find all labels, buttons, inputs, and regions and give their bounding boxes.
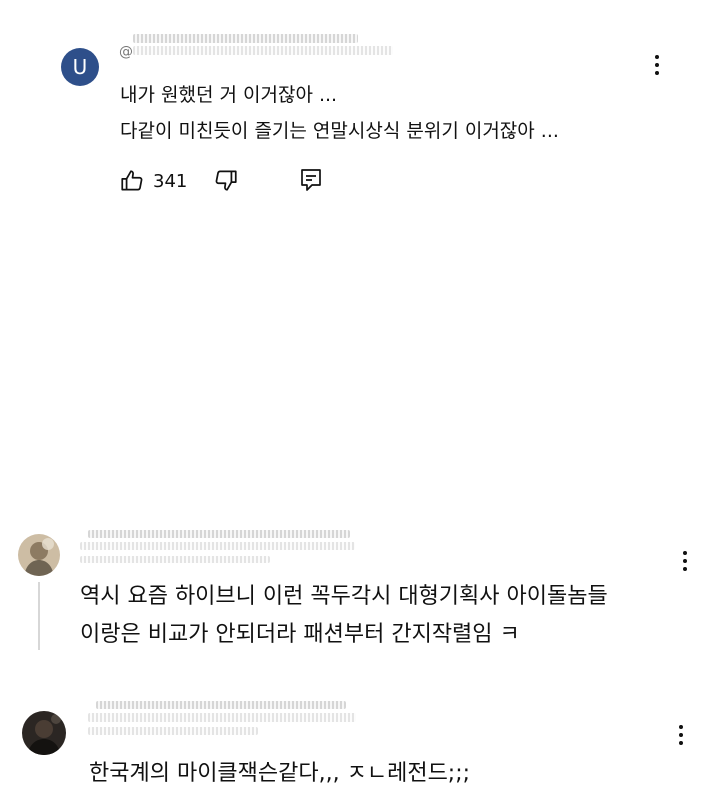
author-name-redacted — [88, 530, 350, 538]
reply-button[interactable] — [299, 167, 329, 195]
author-name-redacted-2 — [88, 713, 356, 722]
comment-text-line-2: 다같이 미친듯이 즐기는 연말시상식 분위기 이거잖아 ... — [120, 120, 559, 142]
author-name-redacted — [96, 701, 346, 709]
comment-text-line-2: 이랑은 비교가 안되더라 패션부터 간지작렬임 ㅋ — [80, 622, 520, 647]
thumbs-down-icon — [215, 170, 237, 191]
avatar[interactable]: U — [61, 48, 99, 86]
comment-text-line-1: 한국계의 마이클잭슨같다,,, ㅈㄴ레전드;;; — [89, 761, 471, 786]
dislike-button[interactable] — [213, 167, 243, 195]
avatar-letter: U — [72, 55, 88, 79]
avatar[interactable] — [18, 534, 60, 576]
like-button[interactable]: 341 — [119, 167, 209, 195]
author-name-redacted-3 — [88, 727, 258, 735]
comment-menu-button[interactable] — [675, 548, 695, 574]
comment-text-line-1: 역시 요즘 하이브니 이런 꼭두각시 대형기획사 아이돌놈들 — [80, 584, 608, 609]
comment-text-line-1: 내가 원했던 거 이거잖아 ... — [120, 84, 338, 106]
comment-2: 역시 요즘 하이브니 이런 꼭두각시 대형기획사 아이돌놈들 이랑은 비교가 안… — [0, 520, 714, 660]
author-name-redacted-2 — [80, 542, 355, 550]
comment-1: U @ 내가 원했던 거 이거잖아 ... 다같이 미친듯이 즐기는 연말시상식… — [0, 0, 714, 210]
author-name-redacted — [133, 34, 358, 43]
handle-prefix: @ — [119, 44, 133, 60]
comment-3: 한국계의 마이클잭슨같다,,, ㅈㄴ레전드;;; — [0, 695, 714, 801]
author-name-redacted-3 — [80, 556, 270, 563]
avatar[interactable] — [22, 711, 66, 755]
thread-line — [38, 582, 40, 650]
comment-menu-button[interactable] — [671, 722, 691, 748]
comment-menu-button[interactable] — [647, 52, 667, 78]
author-name-redacted-2 — [133, 46, 393, 55]
like-count: 341 — [153, 170, 188, 192]
reply-icon — [301, 169, 321, 191]
thumbs-up-icon — [121, 170, 143, 191]
